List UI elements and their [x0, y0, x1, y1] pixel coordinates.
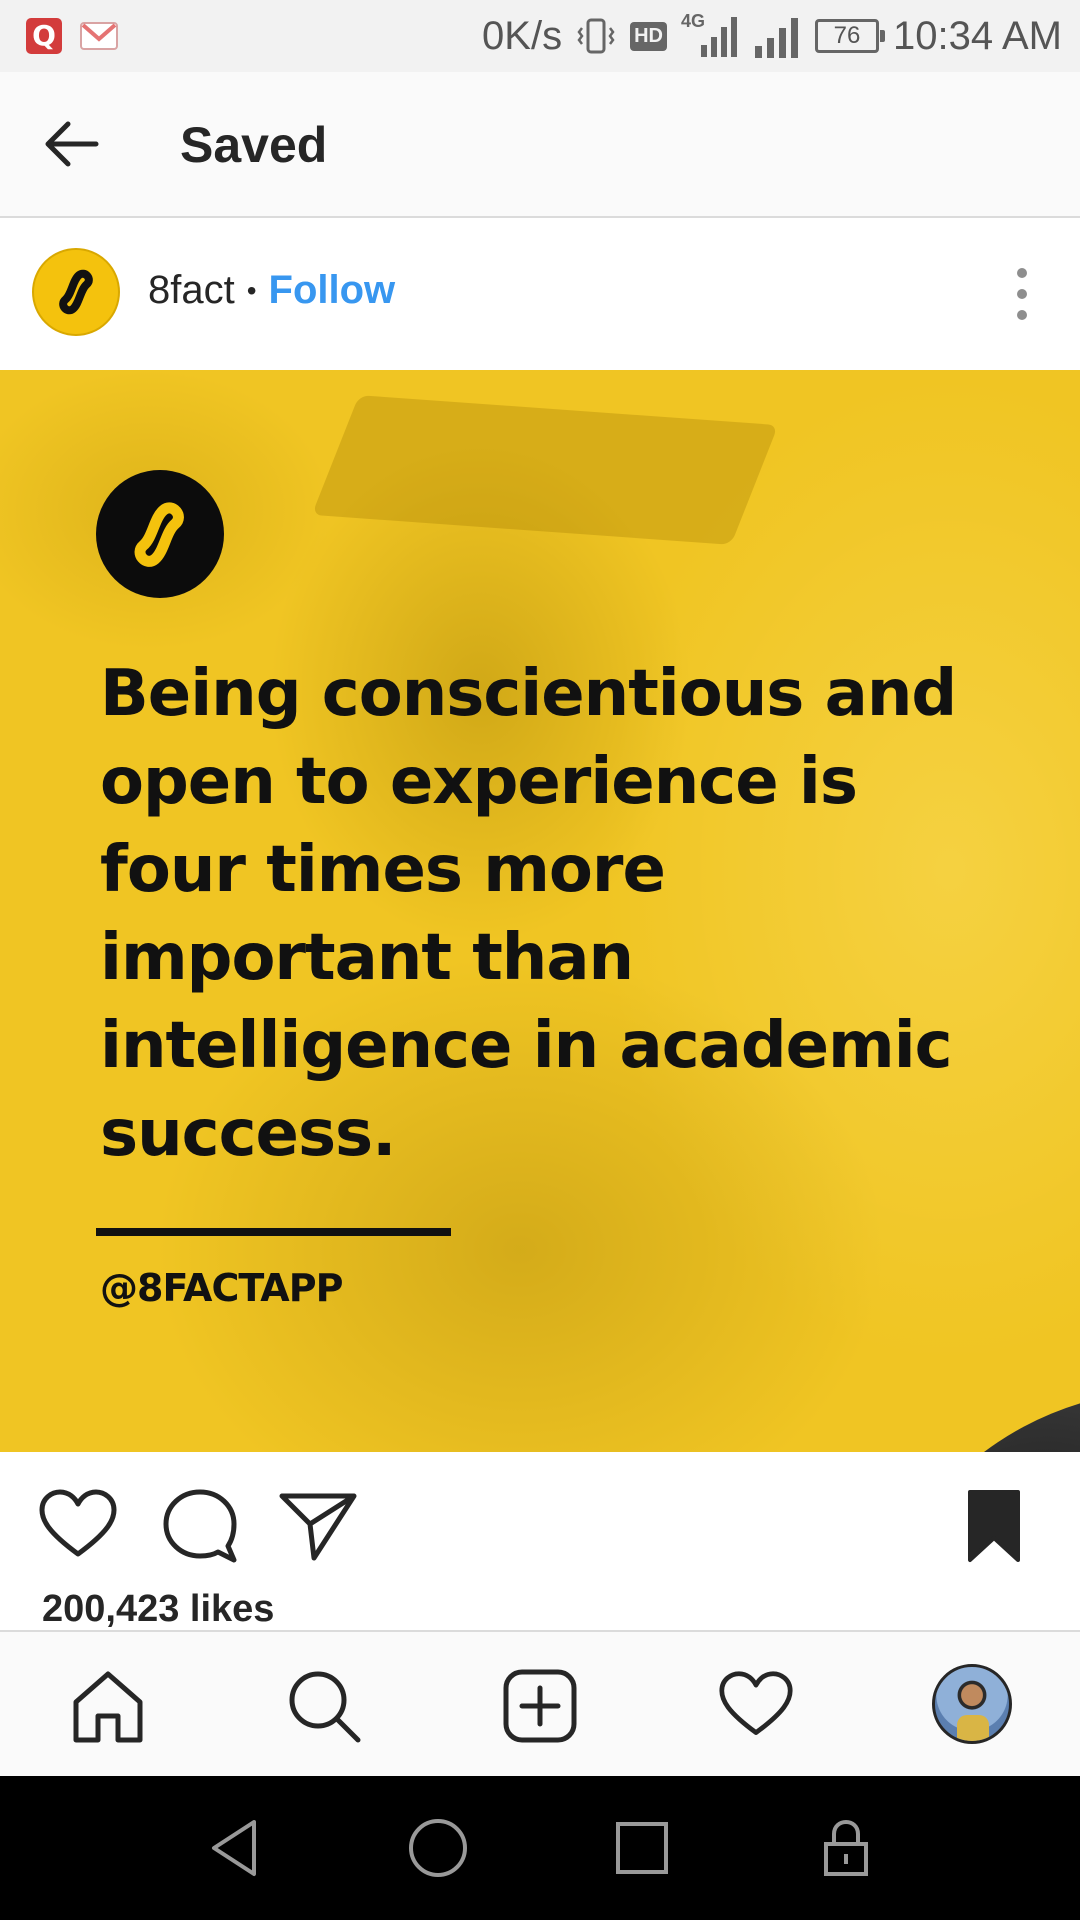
like-button[interactable] [38, 1486, 118, 1566]
quora-notification-icon: Q [26, 18, 62, 54]
home-circle-icon [409, 1819, 467, 1877]
more-dot-icon [1017, 289, 1027, 299]
vibrate-icon [577, 18, 615, 54]
share-button[interactable] [278, 1486, 358, 1566]
post-header: 8fact • Follow [0, 218, 1080, 370]
recents-square-icon [616, 1822, 668, 1874]
post-image[interactable]: Being conscientious and open to experien… [0, 370, 1080, 1452]
top-app-bar: Saved [0, 72, 1080, 218]
bookmark-icon [968, 1490, 1020, 1562]
notification-icons: Q [26, 18, 118, 54]
heart-icon [39, 1489, 117, 1557]
system-recents-button[interactable] [610, 1816, 674, 1880]
post-actions [0, 1452, 1080, 1592]
brand-handle: @8FACTAPP [100, 1266, 343, 1310]
network-speed: 0K/s [482, 13, 563, 58]
post-brand-logo [96, 470, 224, 598]
post-username[interactable]: 8fact [148, 268, 235, 313]
more-options-button[interactable] [1004, 268, 1040, 320]
signal-strength-icon [754, 18, 798, 58]
lock-icon [824, 1819, 868, 1876]
battery-indicator: 76 [814, 19, 885, 53]
page-title: Saved [180, 117, 328, 173]
back-triangle-icon [212, 1820, 256, 1876]
follow-button[interactable]: Follow [269, 268, 396, 313]
nav-home[interactable] [70, 1668, 146, 1744]
home-icon [73, 1671, 143, 1743]
nav-search[interactable] [286, 1668, 362, 1744]
system-back-button[interactable] [204, 1816, 268, 1880]
separator-dot: • [246, 274, 257, 306]
bookmark-button[interactable] [964, 1486, 1044, 1566]
nav-profile-avatar[interactable] [932, 1664, 1012, 1744]
status-bar: Q 0K/s HD 4G 76 10:34 AM [0, 0, 1080, 72]
gmail-notification-icon [80, 22, 118, 50]
arrow-left-icon [45, 121, 99, 167]
share-icon [279, 1493, 357, 1561]
nav-new-post[interactable] [502, 1668, 578, 1744]
corner-photo-circle [860, 1390, 1080, 1452]
system-home-button[interactable] [406, 1816, 470, 1880]
infinity-logo-icon [59, 269, 93, 315]
add-post-icon [503, 1669, 577, 1743]
comment-icon [163, 1489, 237, 1563]
more-dot-icon [1017, 268, 1027, 278]
system-navigation-bar [0, 1776, 1080, 1920]
account-avatar[interactable] [32, 248, 120, 336]
fact-text: Being conscientious and open to experien… [100, 657, 957, 1171]
network-4g-icon: 4G [681, 11, 739, 59]
likes-count[interactable]: 200,423 likes [42, 1588, 274, 1631]
back-button[interactable] [40, 112, 104, 176]
more-dot-icon [1017, 310, 1027, 320]
comment-button[interactable] [160, 1486, 240, 1566]
background-graduation-cap [311, 395, 779, 545]
status-indicators: 0K/s HD 4G 76 10:34 AM [482, 10, 1062, 62]
clock: 10:34 AM [892, 13, 1062, 58]
post-user-line: 8fact • Follow [148, 268, 395, 313]
hd-badge: HD [630, 21, 667, 51]
fact-divider [96, 1228, 451, 1236]
infinity-logo-icon [134, 502, 184, 567]
activity-heart-icon [719, 1671, 793, 1735]
nav-activity[interactable] [718, 1668, 794, 1744]
system-lock-button[interactable] [814, 1816, 878, 1880]
search-icon [289, 1671, 361, 1743]
bottom-nav [0, 1630, 1080, 1778]
